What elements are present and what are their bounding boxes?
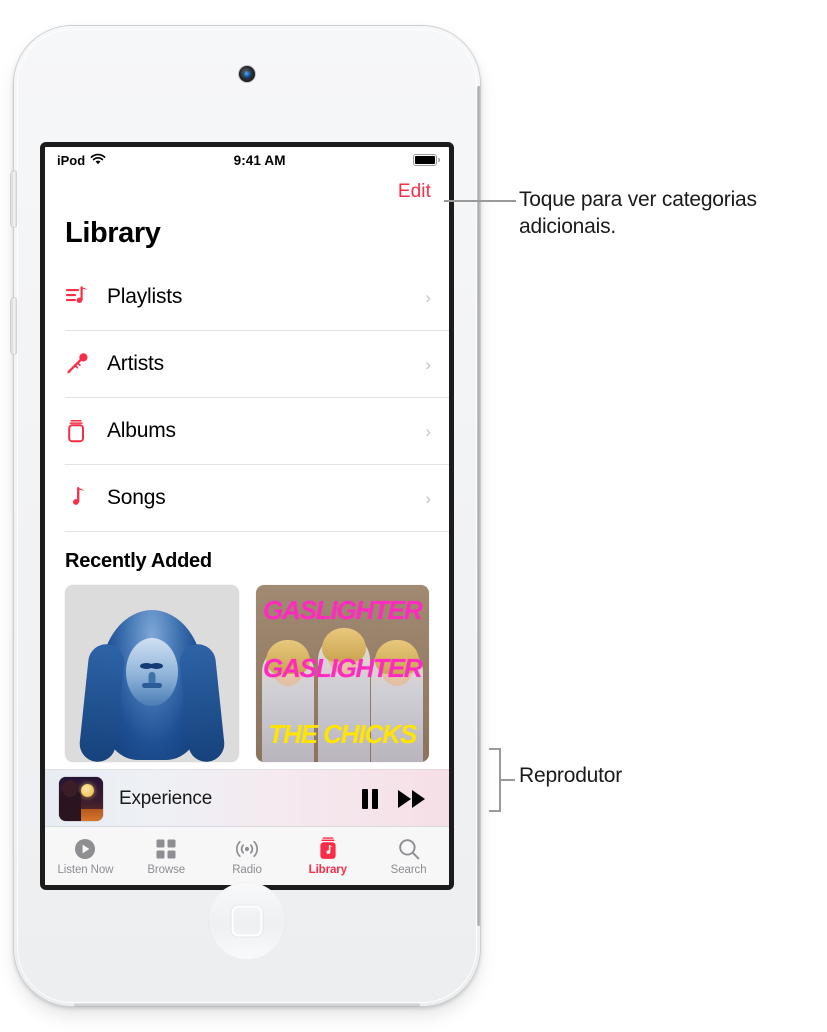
tab-label: Library — [308, 863, 347, 876]
now-playing-title: Experience — [119, 787, 213, 809]
tab-label: Radio — [232, 863, 262, 876]
albums-icon — [65, 419, 107, 443]
artwork-artist-line: THE CHICKS — [268, 719, 417, 749]
home-button-square-icon — [231, 905, 263, 937]
search-icon — [398, 837, 420, 861]
page-title: Library — [65, 217, 161, 249]
recently-added-heading: Recently Added — [65, 550, 212, 572]
artwork-title-line-2: GASLIGHTER — [263, 653, 423, 683]
callout-edit-text: Toque para ver categorias adicionais. — [519, 188, 757, 239]
sidebar-item-label: Playlists — [107, 285, 183, 308]
navigation-bar: Edit — [45, 173, 449, 211]
now-playing-artwork[interactable] — [59, 776, 103, 821]
edit-button[interactable]: Edit — [398, 181, 431, 203]
microphone-icon — [65, 352, 107, 376]
library-icon — [317, 837, 339, 861]
chevron-right-icon: › — [425, 421, 431, 441]
callout-player-text: Reprodutor — [519, 764, 623, 787]
chevron-right-icon: › — [425, 287, 431, 307]
tab-label: Browse — [147, 863, 186, 876]
tab-browse[interactable]: Browse — [126, 827, 207, 885]
wifi-icon — [90, 153, 106, 168]
device-right-rim — [477, 86, 481, 926]
fast-forward-icon[interactable] — [389, 788, 435, 810]
play-circle-icon — [74, 837, 96, 861]
tab-radio[interactable]: Radio — [207, 827, 288, 885]
callout-bracket-player — [489, 748, 501, 812]
volume-up-button[interactable] — [11, 171, 17, 227]
device-screen: iPod 9:41 AM Edit Library Playlists › Ar… — [40, 142, 454, 890]
playlists-icon — [65, 285, 107, 309]
callout-leader-line-edit — [444, 200, 516, 202]
album-artwork-blue-portrait[interactable] — [65, 585, 239, 762]
pause-icon[interactable] — [351, 787, 389, 811]
library-category-list: Playlists › Artists › Albums › Songs › — [65, 264, 449, 532]
grid-icon — [155, 837, 177, 861]
callout-bracket-stem — [501, 779, 515, 781]
mini-player[interactable]: Experience — [45, 769, 449, 827]
front-camera-icon — [239, 66, 255, 82]
sidebar-item-label: Songs — [107, 486, 166, 509]
volume-down-button[interactable] — [11, 298, 17, 354]
tab-listen-now[interactable]: Listen Now — [45, 827, 126, 885]
carrier-label: iPod — [57, 152, 86, 168]
sidebar-item-albums[interactable]: Albums › — [65, 398, 449, 465]
ipod-touch-device: iPod 9:41 AM Edit Library Playlists › Ar… — [11, 26, 481, 1007]
status-bar-time: 9:41 AM — [233, 152, 286, 168]
device-bottom-rim — [74, 1003, 420, 1007]
broadcast-icon — [234, 837, 260, 861]
tab-label: Listen Now — [57, 863, 114, 876]
sidebar-item-playlists[interactable]: Playlists › — [65, 264, 449, 331]
recently-added-grid: GASLIGHTER GASLIGHTER THE CHICKS — [45, 585, 449, 762]
sidebar-item-label: Albums — [107, 419, 176, 442]
chevron-right-icon: › — [425, 488, 431, 508]
sidebar-item-artists[interactable]: Artists › — [65, 331, 449, 398]
tab-search[interactable]: Search — [368, 827, 449, 885]
home-button[interactable] — [208, 882, 286, 960]
battery-full-icon — [413, 154, 440, 166]
artwork-face-shape — [125, 638, 178, 707]
tab-label: Search — [390, 863, 427, 876]
artwork-title-line-1: GASLIGHTER — [263, 595, 423, 625]
status-bar: iPod 9:41 AM — [45, 147, 449, 173]
sidebar-item-songs[interactable]: Songs › — [65, 465, 449, 532]
album-artwork-gaslighter[interactable]: GASLIGHTER GASLIGHTER THE CHICKS — [255, 585, 429, 762]
sidebar-item-label: Artists — [107, 352, 164, 375]
music-note-icon — [65, 486, 107, 510]
tab-library[interactable]: Library — [287, 827, 368, 885]
library-content: Edit Library Playlists › Artists › Album… — [45, 173, 449, 885]
chevron-right-icon: › — [425, 354, 431, 374]
tab-bar: Listen Now Browse Radio Library Search — [45, 826, 449, 885]
